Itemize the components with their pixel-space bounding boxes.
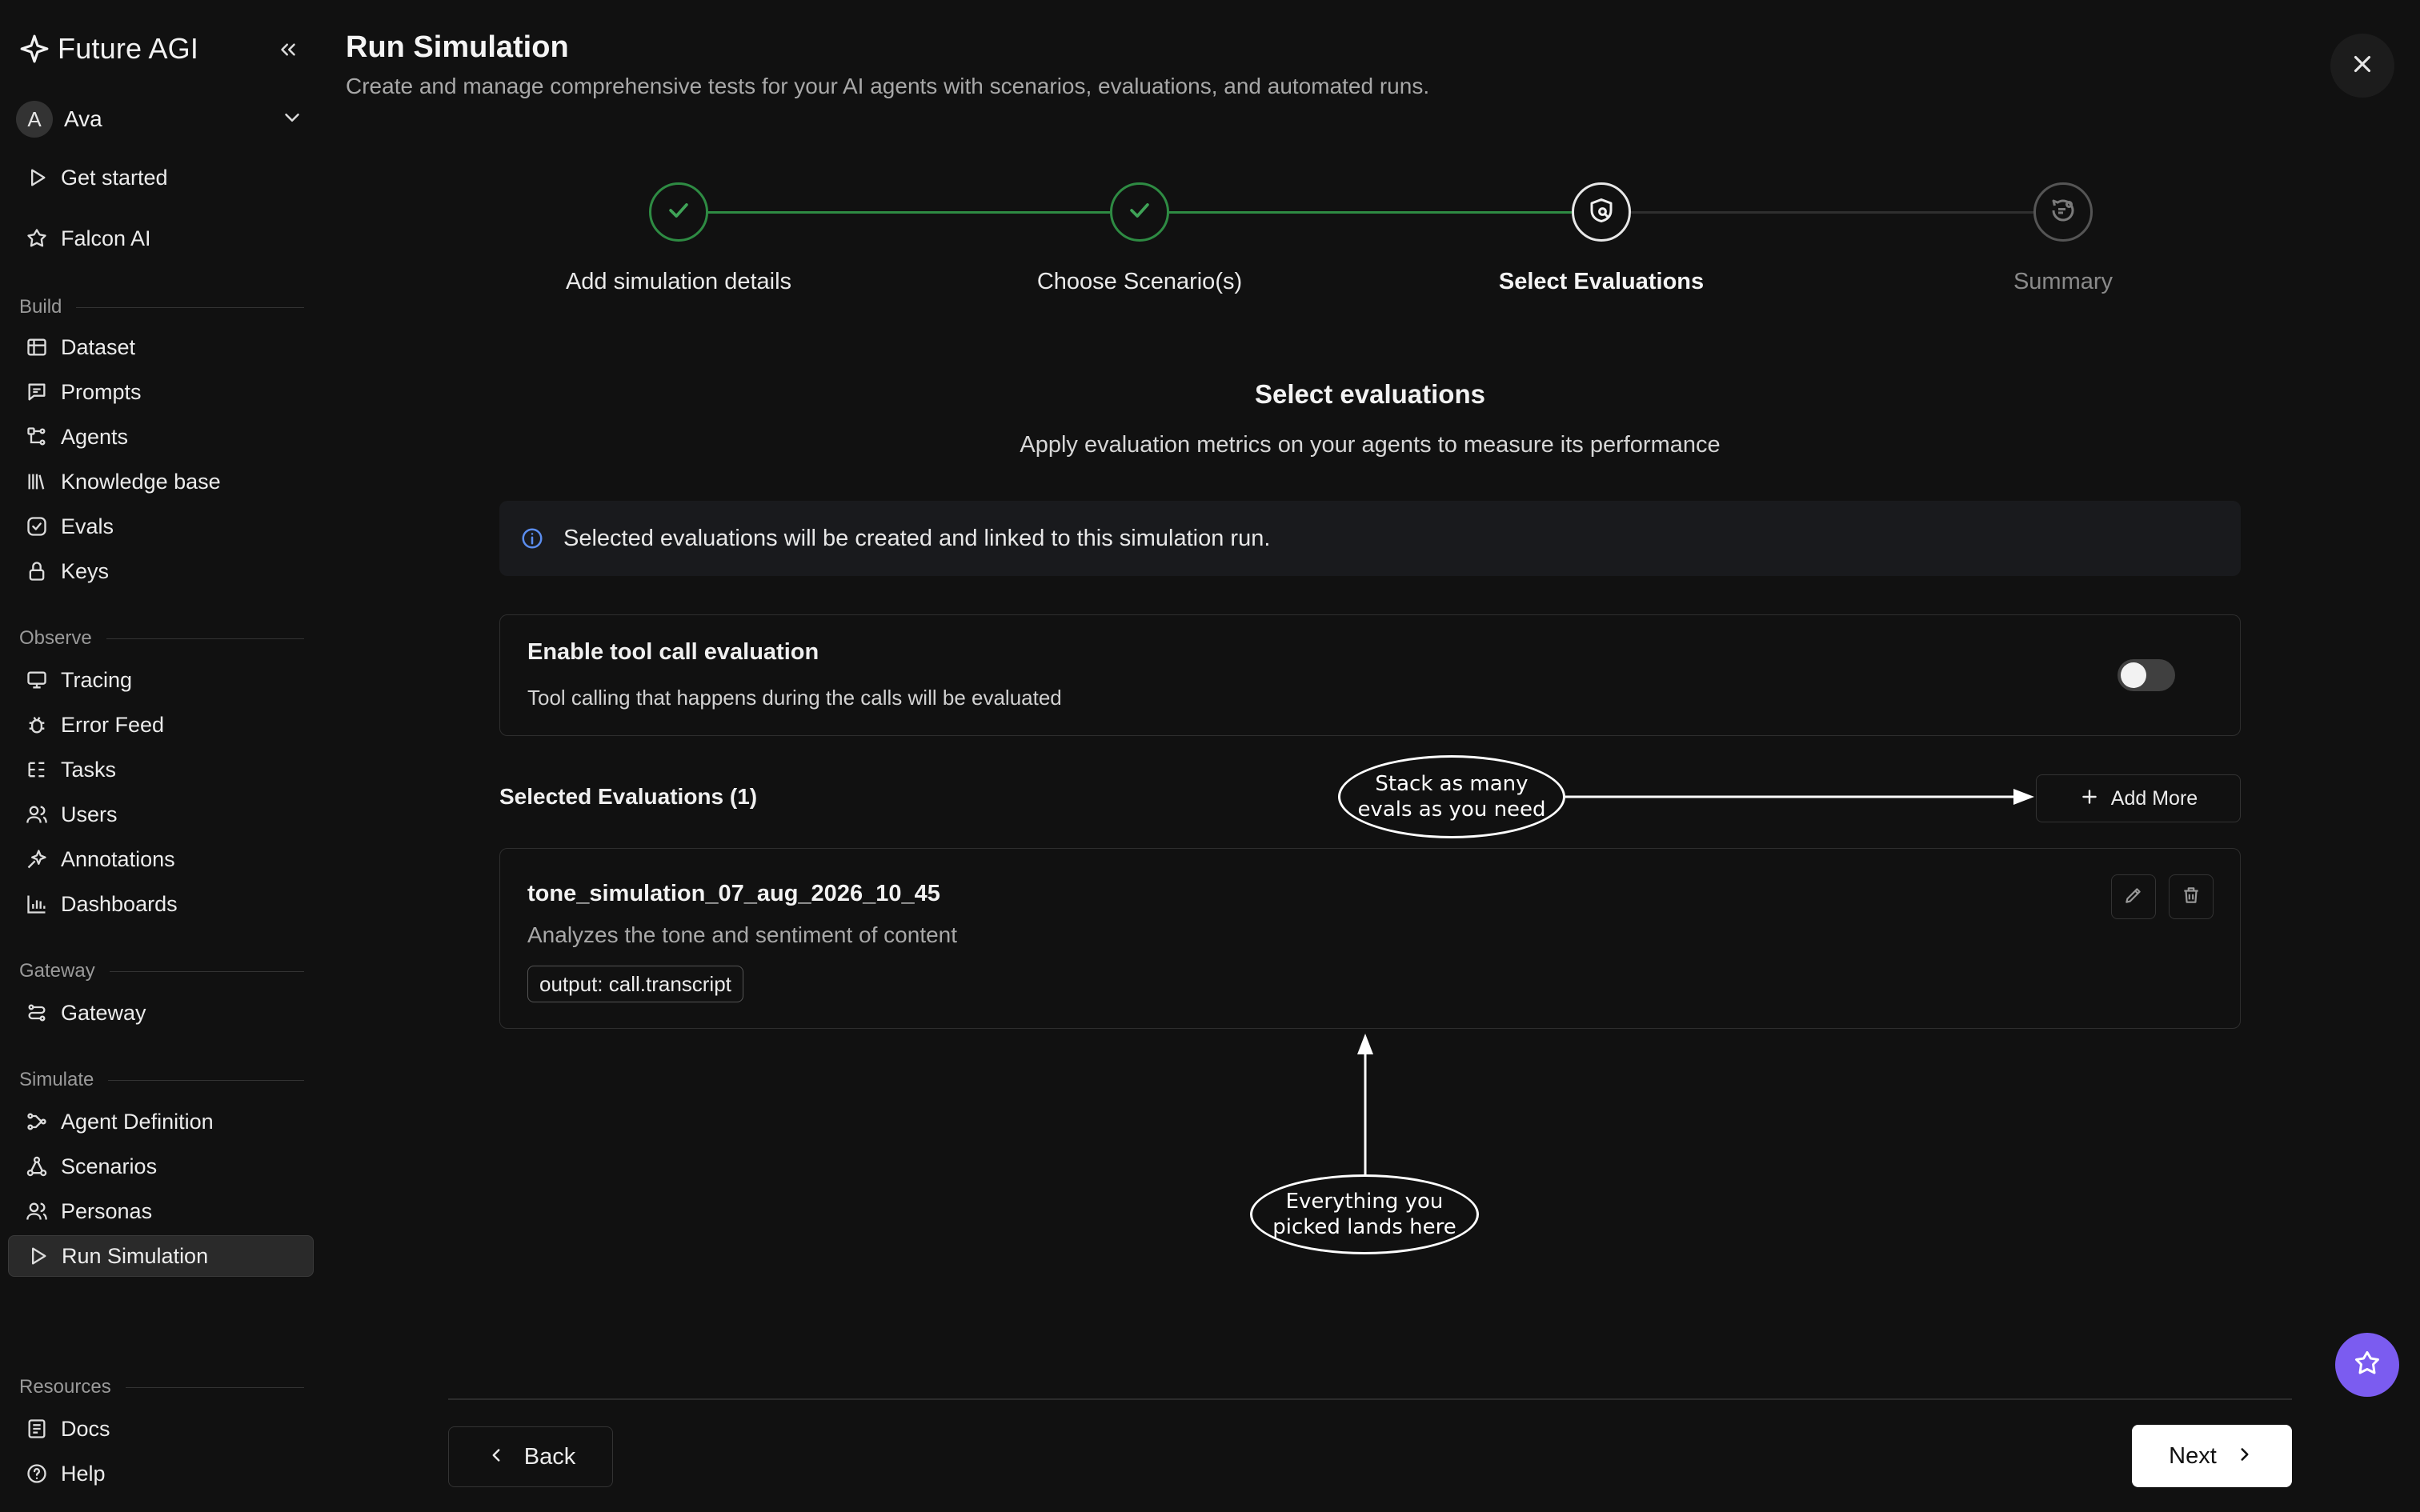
chevron-left-icon — [486, 1445, 507, 1470]
footer-divider — [448, 1398, 2292, 1400]
falcon-assistant-button[interactable] — [2335, 1333, 2399, 1397]
app-root: Future AGI A Ava Get started Falcon AI B… — [0, 0, 2420, 1512]
back-label: Back — [523, 1443, 576, 1470]
annotation-add-more: Stack as many evals as you need — [1338, 755, 1565, 838]
annotation-arrows — [1357, 789, 2034, 1176]
annotation-selected-cards: Everything you picked lands here — [1250, 1174, 1479, 1254]
back-button[interactable]: Back — [448, 1426, 613, 1487]
next-button[interactable]: Next — [2132, 1425, 2292, 1487]
falcon-icon — [2353, 1349, 2382, 1382]
chevron-right-icon — [2234, 1444, 2255, 1469]
next-label: Next — [2169, 1442, 2217, 1469]
